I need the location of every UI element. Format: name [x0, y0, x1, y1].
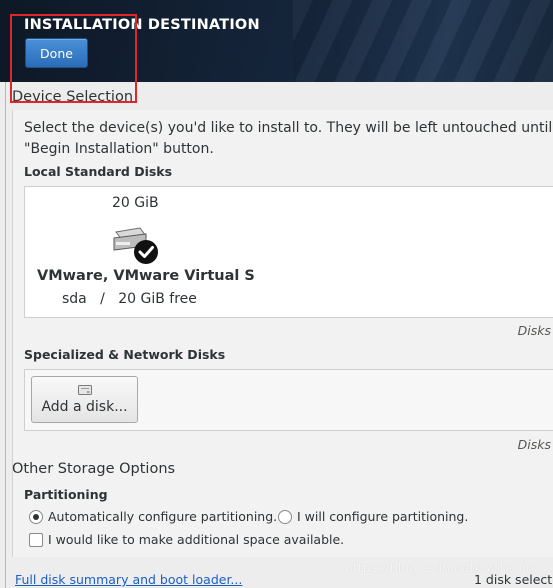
disk-selection-status: 1 disk selecte	[474, 572, 553, 587]
manual-partitioning-label[interactable]: I will configure partitioning.	[297, 509, 468, 524]
additional-space-label[interactable]: I would like to make additional space av…	[48, 532, 344, 547]
specialized-disks-heading: Specialized & Network Disks	[24, 347, 226, 362]
disk-separator: /	[100, 291, 105, 307]
device-selection-title: Device Selection	[12, 89, 134, 105]
disk-details: sda / 20 GiB free	[62, 291, 197, 307]
header-decoration	[293, 0, 553, 82]
add-disk-label: Add a disk...	[41, 399, 128, 415]
hard-disk-selected-icon[interactable]	[108, 222, 162, 266]
manual-partitioning-radio[interactable]	[278, 510, 292, 524]
other-storage-title: Other Storage Options	[12, 461, 176, 477]
left-divider	[5, 82, 6, 588]
small-disk-icon	[78, 385, 92, 395]
auto-partitioning-radio[interactable]	[29, 510, 43, 524]
instruction-line-1: Select the device(s) you'd like to insta…	[24, 120, 553, 136]
auto-partitioning-label[interactable]: Automatically configure partitioning.	[48, 509, 277, 524]
disk-name: VMware, VMware Virtual S	[37, 268, 255, 284]
disk-summary-link[interactable]: Full disk summary and boot loader...	[15, 572, 242, 587]
disk-size: 20 GiB	[112, 195, 159, 211]
partitioning-heading: Partitioning	[24, 487, 108, 502]
disk-device: sda	[62, 291, 87, 307]
additional-space-checkbox[interactable]	[29, 533, 43, 547]
specialized-disks-label: Disks	[517, 437, 551, 452]
add-disk-button[interactable]: Add a disk...	[31, 376, 138, 423]
local-disks-label: Disks	[517, 323, 551, 338]
instruction-line-2: "Begin Installation" button.	[24, 141, 214, 157]
instruction-text: Select the device(s) you'd like to insta…	[24, 118, 553, 160]
local-disks-heading: Local Standard Disks	[24, 164, 173, 179]
disk-free-space: 20 GiB free	[118, 291, 197, 307]
